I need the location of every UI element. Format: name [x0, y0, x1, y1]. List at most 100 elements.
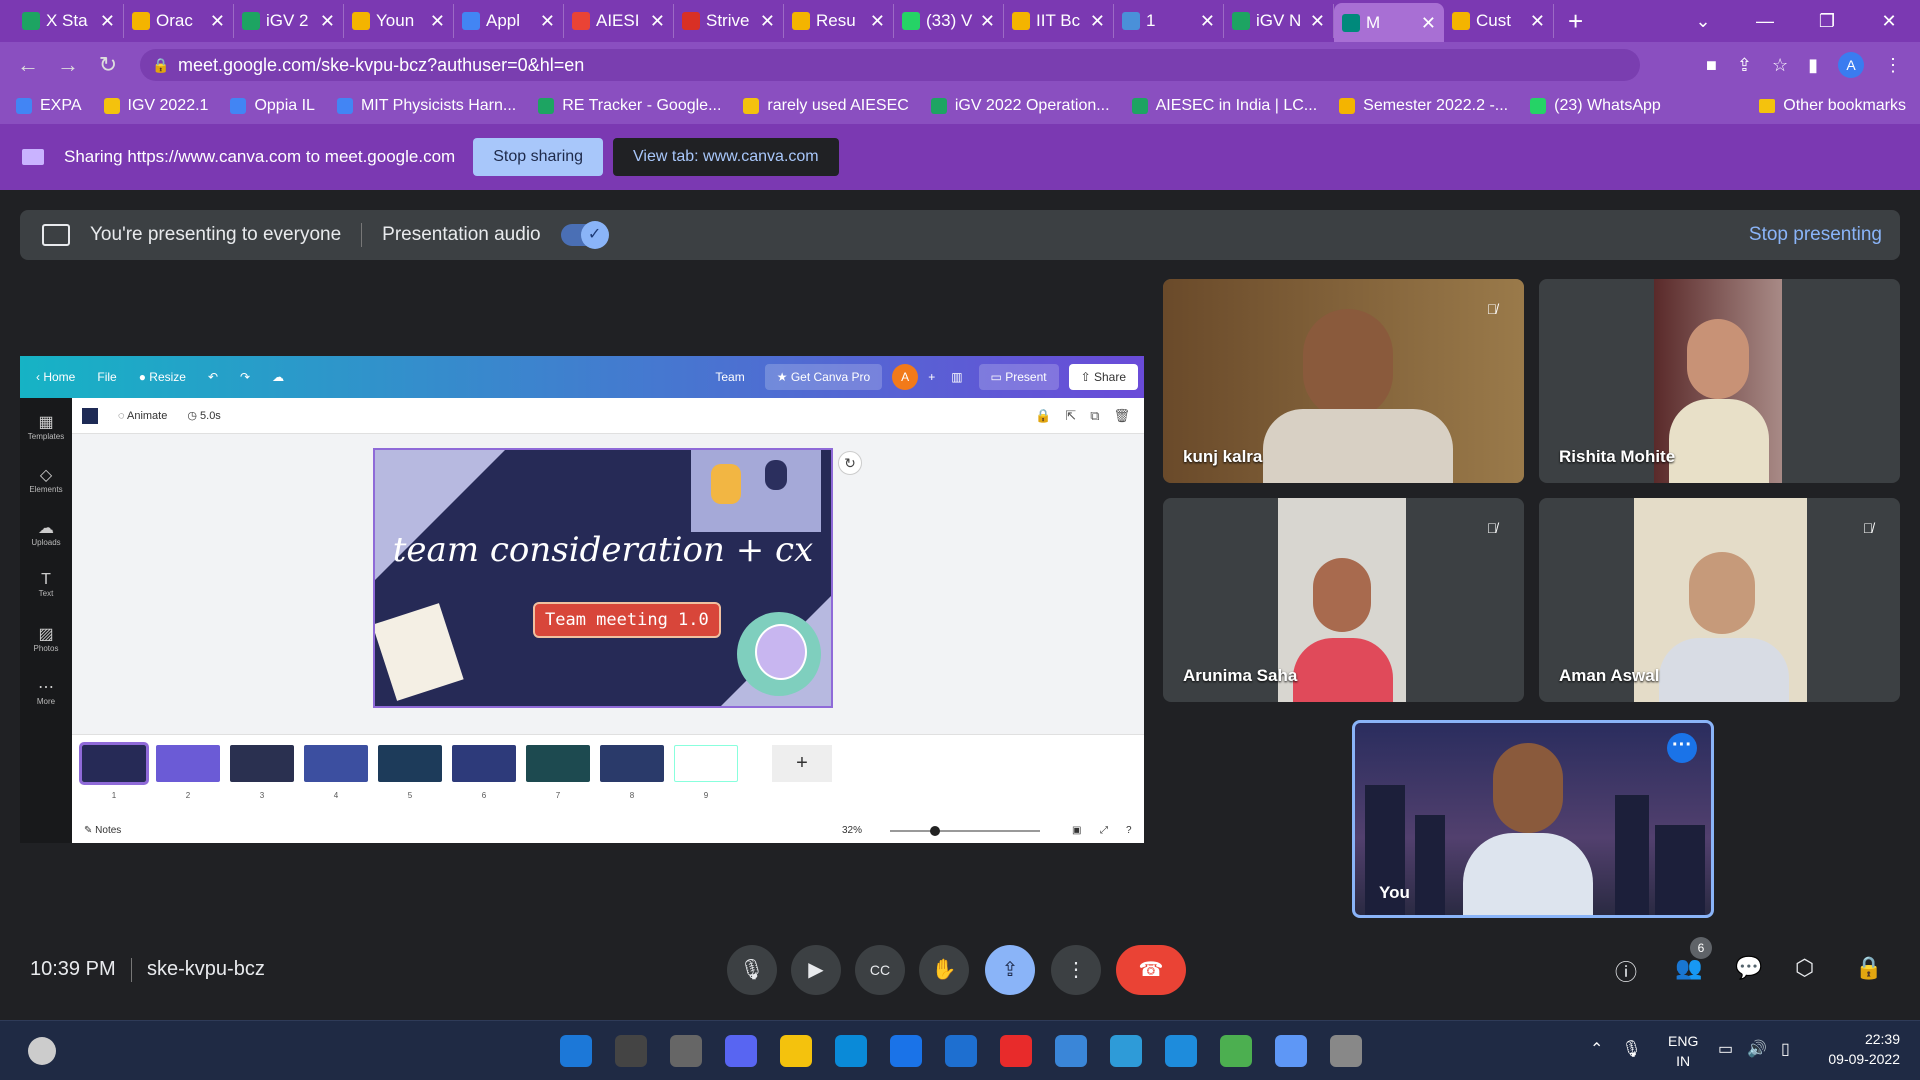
close-tab-icon[interactable]: ✕	[1090, 11, 1105, 32]
cloud-save-icon[interactable]: ☁	[272, 370, 284, 384]
zoom-slider-handle[interactable]	[930, 826, 940, 836]
canva-side-item[interactable]: ◇ Elements	[20, 451, 72, 504]
tab-search-icon[interactable]: ⌄	[1672, 11, 1734, 32]
new-tab-button[interactable]: +	[1568, 6, 1583, 37]
side-panel-icon[interactable]: ▮	[1808, 55, 1818, 76]
bookmark-item[interactable]: RE Tracker - Google...	[538, 97, 721, 115]
taskbar-app-icon[interactable]	[560, 1035, 592, 1067]
duplicate-page-icon[interactable]: ⧉	[1090, 408, 1099, 424]
canva-side-item[interactable]: T Text	[20, 557, 72, 610]
bookmark-item[interactable]: IGV 2022.1	[103, 97, 208, 115]
browser-tab[interactable]: (33) V ✕	[894, 4, 1004, 38]
network-icon[interactable]: ▭	[1718, 1039, 1733, 1059]
show-hidden-icons[interactable]: ⌃	[1590, 1039, 1603, 1059]
close-tab-icon[interactable]: ✕	[210, 11, 225, 32]
taskbar-app-icon[interactable]	[945, 1035, 977, 1067]
taskbar-app-icon[interactable]	[1165, 1035, 1197, 1067]
leave-call-button[interactable]: ☎	[1116, 945, 1186, 995]
taskbar-app-icon[interactable]	[725, 1035, 757, 1067]
bookmark-item[interactable]: AIESEC in India | LC...	[1131, 97, 1317, 115]
stop-presenting-button[interactable]: Stop presenting	[1749, 224, 1882, 246]
camera-icon[interactable]: ■	[1706, 55, 1717, 76]
zoom-slider[interactable]	[890, 830, 1040, 832]
browser-menu-icon[interactable]: ⋮	[1884, 55, 1902, 76]
page-thumbnail[interactable]	[230, 745, 294, 782]
browser-tab[interactable]: Cust ✕	[1444, 4, 1554, 38]
volume-icon[interactable]: 🔊	[1747, 1039, 1767, 1059]
browser-tab[interactable]: Resu ✕	[784, 4, 894, 38]
bookmark-item[interactable]: Semester 2022.2 -...	[1339, 97, 1508, 115]
close-tab-icon[interactable]: ✕	[1421, 13, 1436, 34]
close-tab-icon[interactable]: ✕	[650, 11, 665, 32]
undo-icon[interactable]: ↶	[208, 370, 218, 384]
battery-icon[interactable]: ▯	[1781, 1039, 1790, 1059]
close-tab-icon[interactable]: ✕	[870, 11, 885, 32]
page-thumbnail[interactable]	[526, 745, 590, 782]
page-thumbnail[interactable]	[156, 745, 220, 782]
bookmark-item[interactable]: MIT Physicists Harn...	[336, 97, 516, 115]
camera-button[interactable]: ▶	[791, 945, 841, 995]
taskbar-app-icon[interactable]	[1220, 1035, 1252, 1067]
redo-icon[interactable]: ↷	[240, 370, 250, 384]
bookmark-item[interactable]: iGV 2022 Operation...	[930, 97, 1110, 115]
microphone-tray-icon[interactable]: 🎙	[1621, 1039, 1641, 1059]
insights-icon[interactable]: ▥	[951, 370, 962, 384]
canva-present-button[interactable]: ▭ Present	[978, 364, 1059, 390]
taskbar-app-icon[interactable]	[1330, 1035, 1362, 1067]
input-language[interactable]: ENG IN	[1668, 1031, 1698, 1071]
close-tab-icon[interactable]: ✕	[100, 11, 115, 32]
close-tab-icon[interactable]: ✕	[320, 11, 335, 32]
close-tab-icon[interactable]: ✕	[980, 11, 995, 32]
taskbar-app-icon[interactable]	[1000, 1035, 1032, 1067]
close-tab-icon[interactable]: ✕	[1530, 11, 1545, 32]
host-controls-icon[interactable]: 🔒	[1855, 955, 1882, 981]
url-field[interactable]: 🔒 meet.google.com/ske-kvpu-bcz?authuser=…	[140, 49, 1640, 81]
browser-tab[interactable]: IIT Bc ✕	[1004, 4, 1114, 38]
duration-button[interactable]: ◷ 5.0s	[187, 409, 220, 422]
canva-resize-button[interactable]: ● Resize	[139, 370, 186, 384]
browser-tab[interactable]: X Sta ✕	[14, 4, 124, 38]
browser-tab[interactable]: iGV N ✕	[1224, 4, 1334, 38]
page-thumbnail[interactable]	[304, 745, 368, 782]
forward-button[interactable]: →	[48, 52, 88, 78]
taskbar-app-icon[interactable]	[835, 1035, 867, 1067]
taskbar-app-icon[interactable]	[780, 1035, 812, 1067]
bookmark-star-icon[interactable]: ☆	[1772, 55, 1788, 76]
delete-page-icon[interactable]: 🗑	[1113, 408, 1130, 424]
restore-button[interactable]: ❐	[1796, 11, 1858, 32]
notes-button[interactable]: ✎ Notes	[84, 825, 121, 836]
tray-icons[interactable]: ▭ 🔊 ▯	[1718, 1039, 1790, 1059]
close-tab-icon[interactable]: ✕	[540, 11, 555, 32]
browser-tab[interactable]: Strive ✕	[674, 4, 784, 38]
microphone-button[interactable]: 🎙	[727, 945, 777, 995]
canva-file-menu[interactable]: File	[97, 370, 116, 384]
taskbar-app-icon[interactable]	[615, 1035, 647, 1067]
close-tab-icon[interactable]: ✕	[1310, 11, 1325, 32]
browser-tab[interactable]: 1 ✕	[1114, 4, 1224, 38]
captions-button[interactable]: CC	[855, 945, 905, 995]
presentation-audio-toggle[interactable]	[560, 221, 609, 249]
browser-tab[interactable]: AIESI ✕	[564, 4, 674, 38]
canva-user-avatar[interactable]: A	[892, 364, 919, 390]
reload-button[interactable]: ↻	[88, 52, 128, 78]
close-tab-icon[interactable]: ✕	[760, 11, 775, 32]
page-thumbnail[interactable]	[674, 745, 738, 782]
activities-icon[interactable]: ⬡	[1795, 955, 1814, 981]
raise-hand-button[interactable]: ✋	[919, 945, 969, 995]
close-tab-icon[interactable]: ✕	[1200, 11, 1215, 32]
color-swatch[interactable]	[82, 407, 98, 424]
slide-tag[interactable]: Team meeting 1.0	[533, 602, 721, 638]
participant-tile[interactable]: 🎙̸ Aman Aswal	[1539, 498, 1900, 702]
present-now-button[interactable]: ⇪	[985, 945, 1035, 995]
browser-tab[interactable]: Appl ✕	[454, 4, 564, 38]
lock-page-icon[interactable]: 🔒	[1035, 408, 1051, 424]
page-view-icon[interactable]: ▣	[1072, 825, 1081, 836]
bookmark-item[interactable]: EXPA	[16, 97, 82, 115]
taskbar-app-icon[interactable]	[890, 1035, 922, 1067]
bookmark-item[interactable]: Oppia IL	[230, 97, 315, 115]
get-canva-pro-button[interactable]: ★ Get Canva Pro	[764, 364, 883, 390]
back-button[interactable]: ←	[8, 52, 48, 78]
view-tab-button[interactable]: View tab: www.canva.com	[613, 138, 839, 176]
participant-tile[interactable]: 🎙̸ kunj kalra	[1163, 279, 1524, 483]
taskbar-app-icon[interactable]	[1275, 1035, 1307, 1067]
